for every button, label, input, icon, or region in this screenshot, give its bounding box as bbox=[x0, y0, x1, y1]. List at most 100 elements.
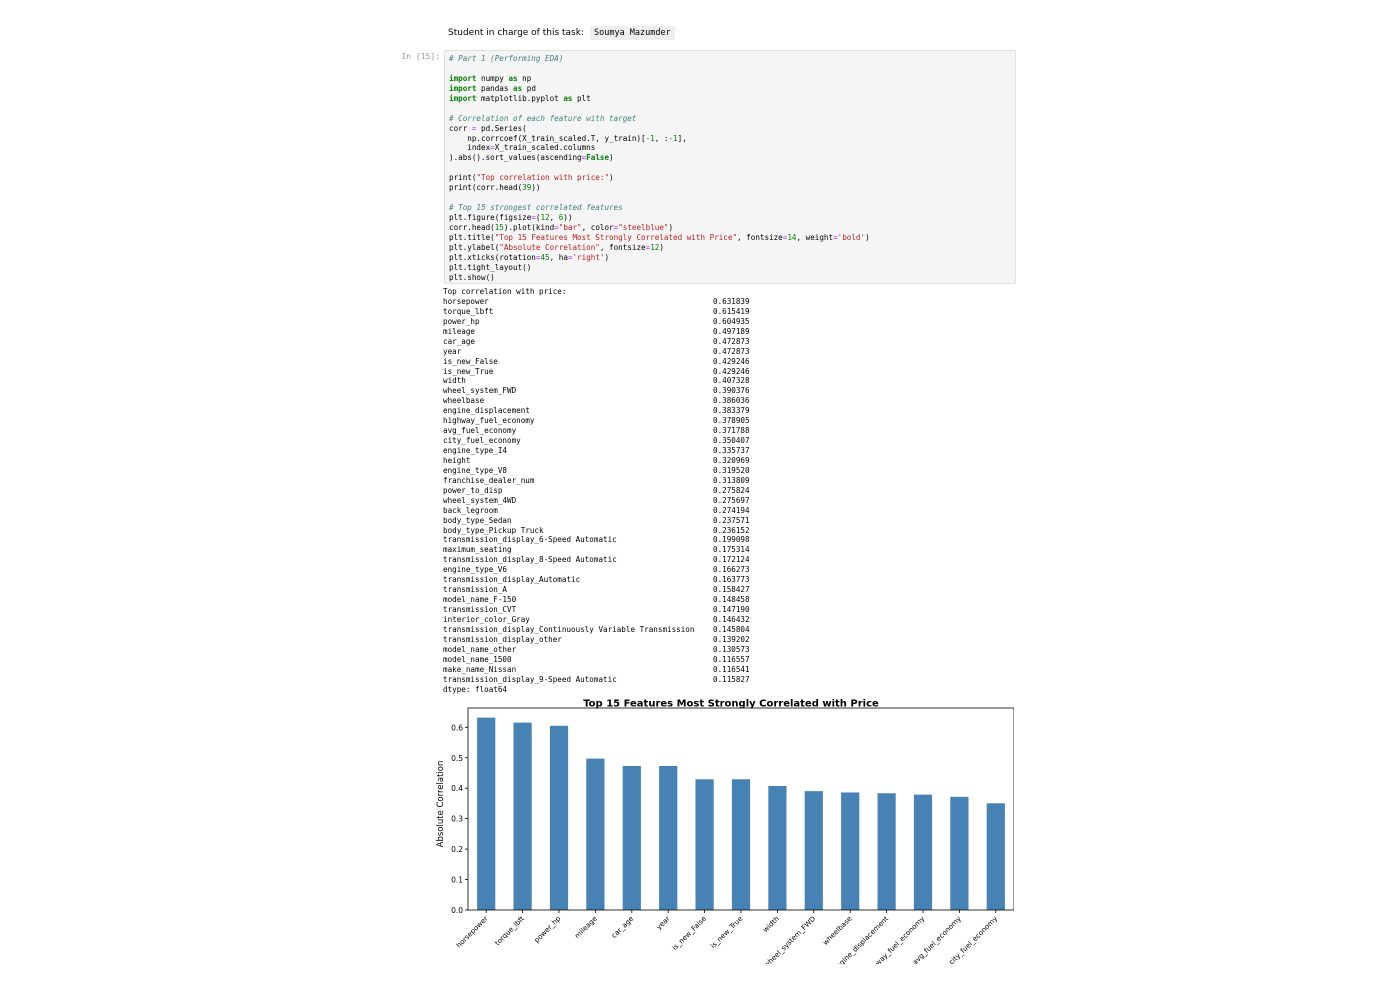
output-feature: transmission_CVT bbox=[443, 605, 517, 614]
code-token: plt.figure(figsize bbox=[449, 213, 532, 222]
code-token: ).plot(kind bbox=[503, 222, 555, 232]
output-row: franchise_dealer_num 0.313809 bbox=[443, 476, 750, 486]
x-tick-label: year bbox=[655, 915, 672, 932]
output-feature: maximum_seating bbox=[443, 545, 512, 555]
output-value: 0.175314 bbox=[713, 545, 750, 555]
code-line: # Correlation of each feature with targe… bbox=[449, 114, 1011, 124]
output-feature: transmission_display_Continuously Variab… bbox=[443, 624, 695, 634]
output-row: engine_type_I4 0.335737 bbox=[443, 446, 750, 456]
output-value: 0.429246 bbox=[713, 366, 750, 376]
output-value: 0.158427 bbox=[713, 585, 750, 595]
output-value: 0.371788 bbox=[713, 426, 750, 436]
code-line: corr = pd.Series( bbox=[449, 124, 1011, 134]
bar bbox=[877, 793, 896, 910]
output-row: is_new_True 0.429246 bbox=[443, 367, 750, 377]
code-token: 39 bbox=[522, 183, 532, 193]
output-value: 0.236152 bbox=[713, 525, 750, 535]
code-line: import pandas as pd bbox=[449, 84, 1011, 94]
code-token: matplotlib.pyplot bbox=[476, 93, 564, 103]
code-token: plt.show() bbox=[449, 272, 495, 282]
output-row: model_name_other 0.130573 bbox=[443, 645, 750, 655]
output-row: wheelbase 0.386036 bbox=[443, 396, 750, 406]
code-token: import bbox=[449, 83, 477, 93]
output-feature: engine_type_V8 bbox=[443, 465, 508, 475]
output-value: 0.472873 bbox=[713, 336, 750, 346]
code-token: )) bbox=[531, 183, 541, 193]
output-value: 0.116541 bbox=[713, 664, 750, 674]
output-feature: power_to_disp bbox=[443, 485, 503, 495]
output-value: 0.115827 bbox=[713, 674, 750, 684]
x-tick-label: torque_lbft bbox=[494, 915, 527, 948]
bar bbox=[477, 717, 496, 910]
bar bbox=[731, 779, 751, 910]
code-token: -1 bbox=[668, 133, 678, 143]
output-feature: city_fuel_economy bbox=[443, 436, 521, 446]
output-row: power_to_disp 0.275824 bbox=[443, 486, 750, 496]
bar bbox=[586, 758, 605, 910]
code-token: print( bbox=[449, 173, 477, 183]
output-row: engine_displacement 0.383379 bbox=[443, 406, 750, 416]
output-feature: transmission_display_other bbox=[443, 634, 562, 644]
code-token: pd.Series( bbox=[476, 123, 527, 133]
output-row: body_type_Sedan 0.237571 bbox=[443, 516, 750, 526]
bar bbox=[913, 794, 933, 910]
code-token: "Top 15 Features Most Strongly Correlate… bbox=[494, 232, 738, 242]
code-token: print(corr.head( bbox=[449, 183, 523, 193]
output-feature: wheelbase bbox=[443, 396, 485, 406]
x-tick-label: car_age bbox=[610, 915, 635, 940]
code-token: ], bbox=[677, 133, 687, 143]
output-feature: power_hp bbox=[443, 316, 480, 326]
output-feature: wheel_system_FWD bbox=[443, 386, 517, 396]
code-line: print(corr.head(39)) bbox=[449, 183, 1011, 193]
code-token: ) bbox=[865, 232, 870, 242]
output-value: 0.146432 bbox=[713, 614, 750, 624]
code-cell[interactable]: # Part 1 (Performing EDA) import numpy as… bbox=[444, 50, 1016, 284]
output-row: highway_fuel_economy 0.378905 bbox=[443, 416, 750, 426]
code-token: numpy bbox=[476, 73, 509, 83]
code-token: import bbox=[449, 73, 477, 83]
x-tick-label: is_new_True bbox=[709, 915, 744, 950]
code-token: "steelblue" bbox=[618, 222, 669, 232]
y-tick-label: 0.6 bbox=[451, 723, 463, 732]
output-row: interior_color_Gray 0.146432 bbox=[443, 615, 750, 625]
output-row: model_name_F-150 0.148458 bbox=[443, 595, 750, 605]
output-value: 0.148458 bbox=[713, 595, 750, 605]
output-feature: franchise_dealer_num bbox=[443, 475, 535, 485]
output-value: 0.166273 bbox=[713, 565, 750, 575]
chart-ylabel: Absolute Correlation bbox=[436, 761, 446, 848]
code-token: as bbox=[508, 73, 518, 83]
output-feature: engine_type_V6 bbox=[443, 565, 508, 575]
output-row: power_hp 0.604935 bbox=[443, 317, 750, 327]
output-row: transmission_display_Automatic 0.163773 bbox=[443, 575, 750, 585]
output-row: car_age 0.472873 bbox=[443, 337, 750, 347]
bar bbox=[768, 785, 787, 910]
output-row: transmission_display_8-Speed Automatic 0.… bbox=[443, 555, 750, 565]
output-row: model_name_1500 0.116557 bbox=[443, 655, 750, 665]
output-row: body_type_Pickup Truck 0.236152 bbox=[443, 526, 750, 536]
output-feature: transmission_display_8-Speed Automatic bbox=[443, 555, 617, 565]
output-feature: model_name_other bbox=[443, 644, 517, 654]
output-row: wheel_system_4WD 0.275697 bbox=[443, 496, 750, 506]
output-feature: engine_type_I4 bbox=[443, 446, 508, 455]
output-value: 0.237571 bbox=[713, 515, 750, 525]
code-token: 12 bbox=[540, 213, 550, 222]
output-row: engine_type_V6 0.166273 bbox=[443, 565, 750, 575]
output-value: 0.390376 bbox=[713, 386, 750, 396]
code-token: 12 bbox=[650, 242, 660, 252]
output-feature: highway_fuel_economy bbox=[443, 416, 535, 426]
x-tick-label: horsepower bbox=[455, 915, 490, 950]
output-feature: transmission_display_9-Speed Automatic bbox=[443, 674, 617, 684]
code-token: , ha bbox=[549, 252, 568, 262]
output-value: 0.147190 bbox=[713, 605, 750, 614]
code-token: , : bbox=[654, 133, 669, 143]
output-value: 0.319520 bbox=[713, 465, 750, 475]
output-row: mileage 0.497189 bbox=[443, 327, 750, 337]
code-token: as bbox=[513, 83, 523, 93]
bar bbox=[513, 722, 532, 910]
code-line: ).abs().sort_values(ascending=False) bbox=[449, 153, 1011, 163]
output-value: 0.386036 bbox=[713, 396, 750, 406]
code-token: import bbox=[449, 93, 477, 103]
output-row: engine_type_V8 0.319520 bbox=[443, 466, 750, 476]
